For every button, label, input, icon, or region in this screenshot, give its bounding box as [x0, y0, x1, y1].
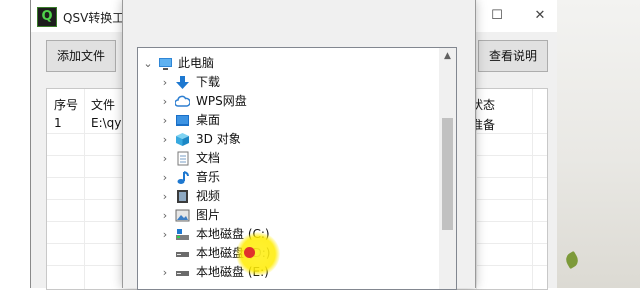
tree-item-videos[interactable]: › 视频 — [138, 187, 438, 206]
expand-arrow-icon[interactable]: › — [160, 92, 170, 111]
tree-item-drive-c[interactable]: › 本地磁盘 (C:) — [138, 225, 438, 244]
drive-d-icon — [175, 246, 190, 261]
tree-item-label: WPS网盘 — [196, 94, 247, 108]
tree-item-drive-d[interactable]: 本地磁盘 (D:) — [138, 244, 438, 263]
column-header-index[interactable]: 序号 — [54, 96, 78, 113]
tree-item-label: 视频 — [196, 189, 221, 203]
folder-tree[interactable]: ⌄ 此电脑 › 下载 › WPS网盘 › 桌面 › 3D 对象 › 文档 › 音… — [137, 47, 457, 290]
column-divider — [532, 89, 533, 289]
drive-c-icon — [175, 227, 190, 242]
download-icon — [175, 75, 190, 90]
documents-icon — [175, 151, 190, 166]
close-button[interactable]: ✕ — [532, 8, 548, 24]
help-button[interactable]: 查看说明 — [478, 40, 548, 72]
maximize-button[interactable]: ☐ — [489, 8, 505, 24]
scroll-up-icon[interactable]: ▲ — [439, 48, 456, 65]
drive-e-icon — [175, 265, 190, 280]
browse-folder-dialog: ⌄ 此电脑 › 下载 › WPS网盘 › 桌面 › 3D 对象 › 文档 › 音… — [122, 0, 476, 290]
expand-arrow-icon[interactable]: › — [160, 206, 170, 225]
expand-arrow-icon[interactable]: › — [160, 168, 170, 187]
computer-icon — [158, 56, 173, 71]
scrollbar-thumb[interactable] — [442, 118, 453, 230]
tree-item-wps-drive[interactable]: › WPS网盘 — [138, 92, 438, 111]
expand-arrow-icon[interactable]: › — [160, 111, 170, 130]
column-divider — [84, 89, 85, 289]
tree-scrollbar[interactable]: ▲ — [439, 48, 456, 289]
expand-arrow-icon[interactable]: › — [160, 130, 170, 149]
3d-objects-icon — [175, 132, 190, 147]
cloud-icon — [174, 94, 191, 109]
tree-item-music[interactable]: › 音乐 — [138, 168, 438, 187]
app-icon: Q — [37, 7, 57, 27]
tree-item-downloads[interactable]: › 下载 — [138, 73, 438, 92]
expand-arrow-icon[interactable]: › — [160, 263, 170, 282]
pictures-icon — [175, 208, 190, 223]
expand-arrow-icon[interactable]: › — [160, 187, 170, 206]
tree-item-label: 图片 — [196, 208, 221, 222]
tree-item-this-pc[interactable]: ⌄ 此电脑 — [138, 54, 438, 73]
tree-item-drive-e[interactable]: › 本地磁盘 (E:) — [138, 263, 438, 282]
cursor-highlight — [236, 232, 280, 276]
tree-item-label: 桌面 — [196, 113, 221, 127]
add-file-button[interactable]: 添加文件 — [46, 40, 116, 72]
tree-item-label: 下载 — [196, 75, 221, 89]
expand-arrow-icon[interactable]: › — [160, 73, 170, 92]
tree-item-label: 音乐 — [196, 170, 221, 184]
collapse-arrow-icon[interactable]: ⌄ — [143, 54, 153, 73]
expand-arrow-icon[interactable]: › — [160, 149, 170, 168]
mouse-cursor-icon — [244, 247, 255, 258]
expand-arrow-icon[interactable]: › — [160, 225, 170, 244]
desktop-folder-icon — [175, 113, 190, 128]
row-index-cell: 1 — [54, 116, 62, 130]
tree-item-documents[interactable]: › 文档 — [138, 149, 438, 168]
column-header-file[interactable]: 文件 — [91, 96, 115, 113]
tree-item-label: 此电脑 — [178, 56, 215, 70]
tree-item-label: 3D 对象 — [196, 132, 241, 146]
music-icon — [175, 170, 190, 185]
desktop-background — [556, 0, 640, 288]
tree-item-desktop[interactable]: › 桌面 — [138, 111, 438, 130]
tree-item-3d-objects[interactable]: › 3D 对象 — [138, 130, 438, 149]
tree-item-label: 文档 — [196, 151, 221, 165]
row-file-cell: E:\qy — [91, 116, 122, 130]
tree-item-pictures[interactable]: › 图片 — [138, 206, 438, 225]
video-icon — [175, 189, 190, 204]
